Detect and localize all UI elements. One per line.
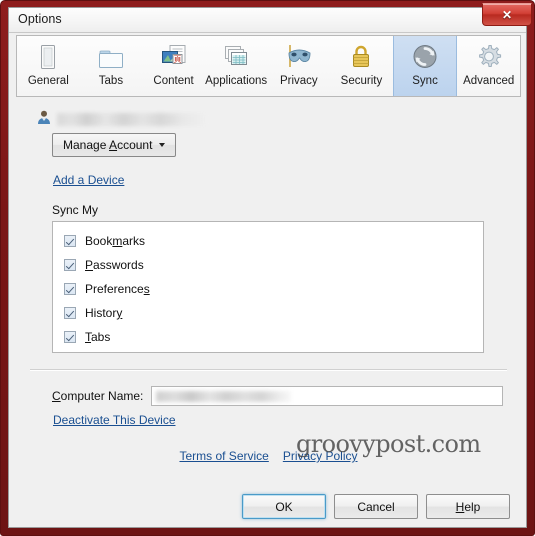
computer-name-input[interactable]: [151, 386, 504, 406]
checkbox-bookmarks[interactable]: [64, 235, 76, 247]
tab-security-label: Security: [340, 75, 383, 87]
sync-item-label: Preferences: [85, 282, 150, 296]
computer-name-label: Computer Name:: [52, 389, 144, 403]
section-divider: [30, 369, 507, 371]
user-avatar-icon: [36, 109, 52, 130]
sync-item-label: Bookmarks: [85, 234, 146, 248]
tabs-icon: [94, 40, 128, 74]
ok-button-label: OK: [275, 499, 293, 514]
padlock-icon: [344, 40, 378, 74]
help-button-label: Help: [455, 499, 481, 514]
dialog-button-bar: OK Cancel Help: [9, 494, 526, 519]
tab-sync-label: Sync: [412, 75, 438, 87]
deactivate-this-device-link[interactable]: Deactivate This Device: [53, 413, 176, 427]
content-icon: 頁: [157, 40, 191, 74]
tab-tabs[interactable]: Tabs: [80, 36, 143, 96]
manage-account-button[interactable]: Manage Account: [52, 133, 177, 157]
sync-icon: [408, 40, 442, 74]
manage-account-label: Manage Account: [63, 138, 153, 152]
tab-applications[interactable]: Applications: [205, 36, 268, 96]
cancel-button[interactable]: Cancel: [334, 494, 418, 519]
computer-name-row: Computer Name:: [52, 386, 504, 406]
sync-item-bookmarks[interactable]: Bookmarks: [53, 229, 483, 253]
tab-advanced[interactable]: Advanced: [457, 36, 520, 96]
sync-panel: Manage Account Add a Device Sync My Book…: [16, 97, 521, 481]
close-button[interactable]: ✕: [482, 3, 532, 26]
tab-general[interactable]: General: [17, 36, 80, 96]
svg-text:頁: 頁: [173, 55, 181, 64]
sync-item-preferences[interactable]: Preferences: [53, 277, 483, 301]
footer-links: Terms of Service Privacy Policy: [16, 449, 521, 463]
computer-name-redacted-value: [156, 391, 292, 402]
sync-item-tabs[interactable]: Tabs: [53, 325, 483, 349]
sync-items-list: Bookmarks Passwords Preferences History: [52, 221, 484, 353]
ok-button[interactable]: OK: [242, 494, 326, 519]
sync-my-label: Sync My: [52, 203, 99, 217]
privacy-mask-icon: [282, 40, 316, 74]
account-row: [36, 109, 205, 130]
sync-item-label: Tabs: [85, 330, 111, 344]
sync-item-passwords[interactable]: Passwords: [53, 253, 483, 277]
general-icon: [31, 40, 65, 74]
chevron-down-icon: [159, 143, 166, 147]
tab-general-label: General: [27, 75, 69, 87]
window-title: Options: [18, 12, 62, 26]
sync-item-history[interactable]: History: [53, 301, 483, 325]
checkbox-tabs[interactable]: [64, 331, 76, 343]
tab-advanced-label: Advanced: [463, 75, 515, 87]
tab-content[interactable]: 頁 Content: [142, 36, 205, 96]
checkbox-preferences[interactable]: [64, 283, 76, 295]
window-client-area: Options ✕ General Tabs 頁 Content Applica…: [8, 3, 532, 528]
cancel-button-label: Cancel: [357, 499, 395, 514]
checkbox-passwords[interactable]: [64, 259, 76, 271]
options-tab-strip: General Tabs 頁 Content Applications Priv…: [16, 35, 521, 97]
tab-sync[interactable]: Sync: [392, 36, 458, 96]
sync-item-label: History: [85, 306, 123, 320]
privacy-policy-link[interactable]: Privacy Policy: [283, 449, 358, 463]
tab-content-label: Content: [153, 75, 194, 87]
sync-item-label: Passwords: [85, 258, 144, 272]
checkbox-history[interactable]: [64, 307, 76, 319]
add-a-device-link[interactable]: Add a Device: [53, 173, 124, 187]
title-bar: Options ✕: [9, 3, 532, 33]
gear-icon: [472, 40, 506, 74]
terms-of-service-link[interactable]: Terms of Service: [179, 449, 268, 463]
help-button[interactable]: Help: [426, 494, 510, 519]
applications-icon: [219, 40, 253, 74]
tab-privacy-label: Privacy: [279, 75, 318, 87]
tab-tabs-label: Tabs: [98, 75, 124, 87]
options-window: Options ✕ General Tabs 頁 Content Applica…: [0, 0, 535, 536]
tab-security[interactable]: Security: [330, 36, 393, 96]
account-name-redacted: [57, 113, 205, 126]
tab-privacy[interactable]: Privacy: [268, 36, 331, 96]
tab-applications-label: Applications: [205, 75, 268, 87]
close-icon: ✕: [501, 7, 513, 22]
